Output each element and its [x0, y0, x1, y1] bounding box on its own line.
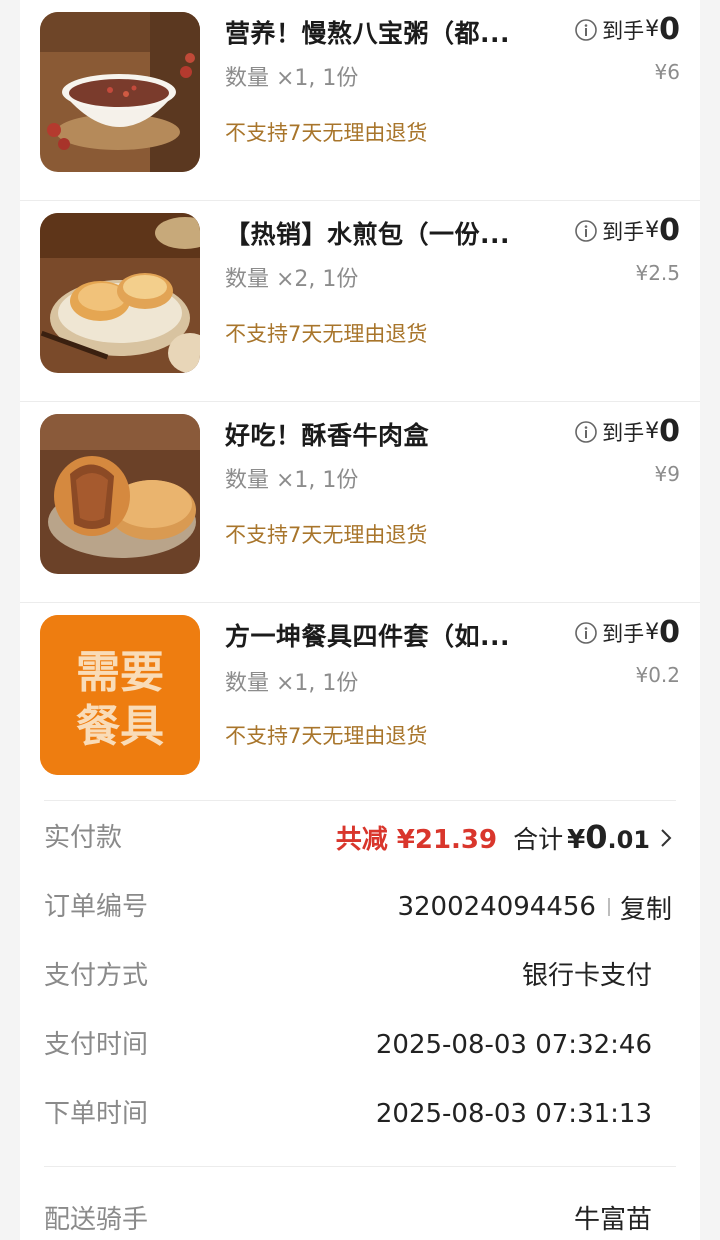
info-icon[interactable] — [574, 219, 598, 243]
currency-symbol: ¥ — [645, 620, 660, 645]
info-icon[interactable] — [574, 420, 598, 444]
order-item[interactable]: 需要 餐具 方一坤餐具四件套（如... 数量 ×1, 1份 不支持7天无理由退货… — [20, 603, 700, 800]
net-price[interactable]: 到手 ¥ 0 — [574, 213, 680, 248]
net-price-value: 0 — [659, 414, 680, 449]
order-time-value: 2025-08-03 07:31:13 — [375, 1099, 652, 1129]
original-price: ¥9 — [654, 462, 680, 486]
original-price: ¥6 — [654, 60, 680, 84]
order-item[interactable]: 营养！慢熬八宝粥（都... 数量 ×1, 1份 不支持7天无理由退货 到手 ¥ … — [20, 0, 700, 201]
currency-symbol: ¥ — [645, 218, 660, 243]
divider — [44, 1166, 676, 1167]
product-quantity: 数量 ×1, 1份 — [225, 468, 359, 493]
tile-text-line1: 需要 — [76, 647, 164, 698]
original-price: ¥2.5 — [635, 261, 680, 285]
product-name[interactable]: 好吃！酥香牛肉盒 — [225, 416, 545, 452]
info-icon[interactable] — [574, 621, 598, 645]
return-policy-note: 不支持7天无理由退货 — [225, 121, 428, 145]
net-price-label: 到手 — [602, 420, 645, 445]
net-price-label: 到手 — [602, 621, 645, 646]
order-number-value: 320024094456 — [397, 892, 596, 922]
divider — [44, 800, 676, 801]
payment-total[interactable]: 共减 ¥21.39 合计 ¥ 0 .01 — [336, 818, 672, 858]
net-price-label: 到手 — [602, 219, 645, 244]
order-number-row: 订单编号 320024094456 复制 — [44, 887, 676, 927]
product-name[interactable]: 营养！慢熬八宝粥（都... — [225, 14, 545, 50]
payment-summary-row[interactable]: 实付款 共减 ¥21.39 合计 ¥ 0 .01 — [44, 818, 676, 858]
separator — [607, 898, 610, 916]
payment-time-value: 2025-08-03 07:32:46 — [375, 1030, 652, 1060]
tile-text-line2: 餐具 — [76, 701, 164, 752]
net-price[interactable]: 到手 ¥ 0 — [574, 615, 680, 650]
product-image-buns[interactable] — [40, 213, 200, 373]
product-image-tableware[interactable]: 需要 餐具 — [40, 615, 200, 775]
copy-button[interactable]: 复制 — [620, 889, 672, 926]
net-price[interactable]: 到手 ¥ 0 — [574, 414, 680, 449]
original-price: ¥0.2 — [635, 663, 680, 687]
order-item[interactable]: 【热销】水煎包（一份... 数量 ×2, 1份 不支持7天无理由退货 到手 ¥ … — [20, 201, 700, 402]
order-time-row: 下单时间 2025-08-03 07:31:13 — [44, 1094, 676, 1134]
product-quantity: 数量 ×1, 1份 — [225, 671, 359, 696]
product-quantity: 数量 ×1, 1份 — [225, 66, 359, 91]
delivery-rider-label: 配送骑手 — [44, 1205, 149, 1235]
product-quantity: 数量 ×2, 1份 — [225, 267, 359, 292]
payment-method-row: 支付方式 银行卡支付 — [44, 956, 676, 996]
currency-symbol: ¥ — [645, 419, 660, 444]
currency-symbol: ¥ — [567, 825, 586, 855]
product-name[interactable]: 方一坤餐具四件套（如... — [225, 617, 545, 653]
order-item[interactable]: 好吃！酥香牛肉盒 数量 ×1, 1份 不支持7天无理由退货 到手 ¥ 0 ¥9 — [20, 402, 700, 603]
currency-symbol: ¥ — [645, 17, 660, 42]
return-policy-note: 不支持7天无理由退货 — [225, 322, 428, 346]
return-policy-note: 不支持7天无理由退货 — [225, 724, 428, 748]
product-image-porridge[interactable] — [40, 12, 200, 172]
payment-method-value: 银行卡支付 — [521, 961, 652, 991]
order-number-label: 订单编号 — [44, 892, 149, 922]
net-price-value: 0 — [659, 213, 680, 248]
net-price-label: 到手 — [602, 18, 645, 43]
delivery-rider-name: 牛富苗 — [573, 1205, 652, 1235]
order-detail-card: 营养！慢熬八宝粥（都... 数量 ×1, 1份 不支持7天无理由退货 到手 ¥ … — [20, 0, 700, 1240]
return-policy-note: 不支持7天无理由退货 — [225, 523, 428, 547]
net-price-value: 0 — [659, 615, 680, 650]
payment-time-label: 支付时间 — [44, 1030, 149, 1060]
info-icon[interactable] — [574, 18, 598, 42]
payment-method-label: 支付方式 — [44, 961, 149, 991]
total-label: 合计 — [513, 825, 564, 854]
product-image-beef-pastry[interactable] — [40, 414, 200, 574]
total-amount-decimal: .01 — [607, 826, 650, 854]
payment-time-row: 支付时间 2025-08-03 07:32:46 — [44, 1025, 676, 1065]
chevron-right-icon[interactable] — [660, 828, 672, 848]
paid-amount-label: 实付款 — [44, 823, 123, 853]
product-name[interactable]: 【热销】水煎包（一份... — [225, 215, 545, 251]
discount-amount: 共减 ¥21.39 — [335, 825, 498, 855]
order-time-label: 下单时间 — [44, 1099, 149, 1129]
net-price[interactable]: 到手 ¥ 0 — [574, 12, 680, 47]
delivery-rider-row: 配送骑手 牛富苗 — [44, 1200, 676, 1240]
net-price-value: 0 — [659, 12, 680, 47]
total-amount-integer: 0 — [585, 818, 608, 856]
